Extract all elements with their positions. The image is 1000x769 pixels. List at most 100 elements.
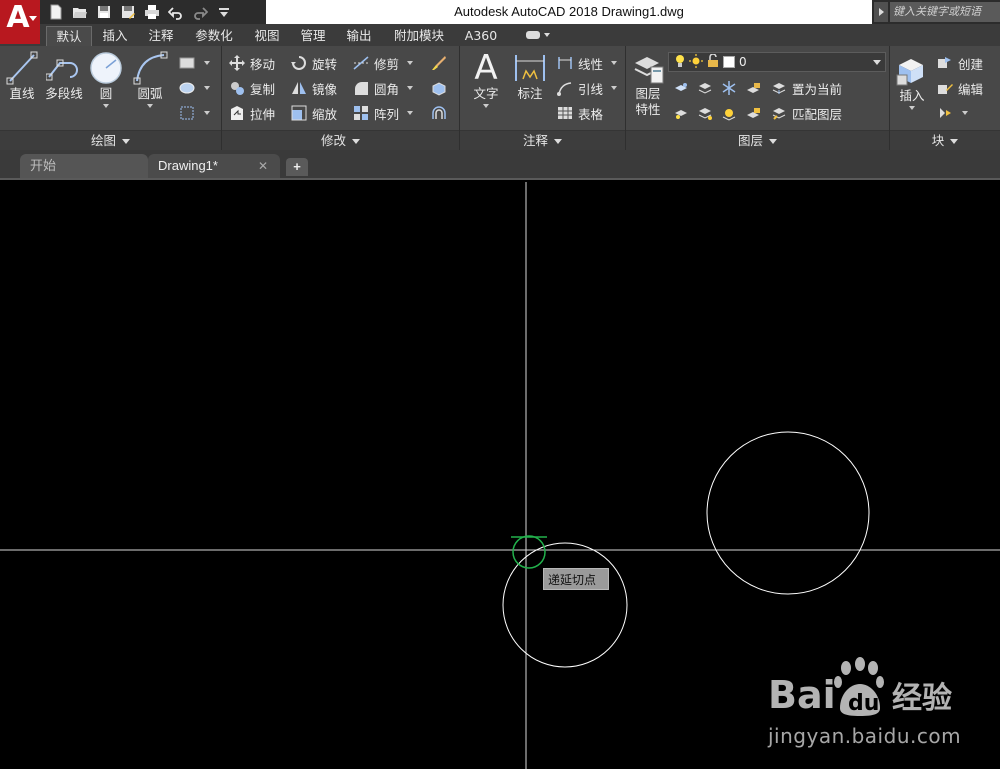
tab-default[interactable]: 默认 bbox=[46, 26, 92, 46]
explode-button[interactable] bbox=[430, 77, 448, 99]
leader-button[interactable]: 引线 bbox=[556, 77, 618, 99]
rotate-icon bbox=[290, 54, 308, 72]
polyline-label: 多段线 bbox=[45, 86, 83, 101]
fillet-button[interactable]: 圆角 bbox=[352, 77, 414, 99]
create-label: 创建 bbox=[958, 56, 984, 72]
tab-addins[interactable]: 附加模块 bbox=[386, 26, 452, 46]
circle-right[interactable] bbox=[706, 431, 870, 595]
array-button[interactable]: 阵列 bbox=[352, 102, 414, 124]
chevron-down-icon bbox=[483, 104, 489, 108]
erase-button[interactable] bbox=[430, 52, 448, 74]
table-button[interactable]: 表格 bbox=[556, 102, 603, 124]
table-icon bbox=[556, 104, 574, 122]
panel-layers-footer[interactable]: 图层 bbox=[626, 130, 889, 150]
search-input[interactable] bbox=[890, 2, 1000, 22]
hatch-button[interactable] bbox=[178, 77, 210, 99]
line-label: 直线 bbox=[9, 86, 35, 101]
match-layer-button[interactable]: 匹配图层 bbox=[770, 102, 842, 124]
stretch-icon bbox=[228, 104, 246, 122]
customize-icon[interactable] bbox=[214, 2, 234, 22]
window-title: Autodesk AutoCAD 2018 Drawing1.dwg bbox=[454, 4, 684, 19]
layer-off-button[interactable] bbox=[672, 77, 690, 99]
redo-icon[interactable] bbox=[190, 2, 210, 22]
dimension-button[interactable]: 标注 bbox=[512, 50, 548, 102]
layer-lock-button[interactable] bbox=[744, 77, 762, 99]
undo-icon[interactable] bbox=[166, 2, 186, 22]
layer-unlock-button[interactable] bbox=[744, 102, 762, 124]
tab-view[interactable]: 视图 bbox=[248, 26, 286, 46]
layer-isolate-button[interactable] bbox=[696, 77, 714, 99]
tab-output[interactable]: 输出 bbox=[340, 26, 378, 46]
trim-button[interactable]: 修剪 bbox=[352, 52, 414, 74]
layer-properties-button[interactable]: 图层 特性 bbox=[630, 50, 666, 118]
current-layer-name: 0 bbox=[739, 55, 747, 69]
tab-start[interactable]: 开始 bbox=[20, 154, 148, 178]
layer-dropdown[interactable]: 0 bbox=[668, 52, 886, 72]
drawing-area[interactable] bbox=[0, 182, 1000, 769]
insert-block-button[interactable]: 插入 bbox=[894, 52, 930, 110]
block-attribute-icon bbox=[936, 104, 954, 122]
mirror-button[interactable]: 镜像 bbox=[290, 77, 337, 99]
make-current-icon bbox=[770, 79, 788, 97]
layer-thaw-button[interactable] bbox=[720, 102, 738, 124]
circle-left[interactable] bbox=[502, 542, 628, 668]
panel-modify: 移动 复制 拉伸 旋转 镜像 缩放 修剪 圆角 阵列 修改 bbox=[222, 46, 460, 150]
ribbon-minimize-toggle[interactable] bbox=[526, 28, 556, 42]
panel-annotation-footer[interactable]: 注释 bbox=[460, 130, 625, 150]
text-button[interactable]: A 文字 bbox=[468, 50, 504, 108]
layer-unisolate-button[interactable] bbox=[696, 102, 714, 124]
create-block-button[interactable]: 创建 bbox=[936, 52, 983, 74]
panel-block-footer[interactable]: 块 bbox=[890, 130, 1000, 150]
plot-icon[interactable] bbox=[142, 2, 162, 22]
circle-button[interactable]: 圆 bbox=[88, 50, 124, 108]
copy-icon bbox=[228, 79, 246, 97]
new-icon[interactable] bbox=[46, 2, 66, 22]
boundary-button[interactable] bbox=[178, 102, 210, 124]
drawing-canvas[interactable] bbox=[0, 182, 1000, 769]
new-tab-button[interactable]: + bbox=[286, 158, 308, 176]
ribbon: 直线 多段线 圆 圆弧 绘图 移动 复制 拉伸 旋转 镜像 缩放 修剪 圆角 阵… bbox=[0, 46, 1000, 150]
chevron-down-icon bbox=[769, 139, 777, 144]
layer-on-button[interactable] bbox=[672, 102, 690, 124]
panel-draw-footer[interactable]: 绘图 bbox=[0, 130, 221, 150]
save-icon[interactable] bbox=[94, 2, 114, 22]
rectangle-button[interactable] bbox=[178, 52, 210, 74]
tab-manage[interactable]: 管理 bbox=[294, 26, 332, 46]
save-as-icon[interactable] bbox=[118, 2, 138, 22]
search-expand-button[interactable] bbox=[874, 2, 888, 22]
linear-dimension-button[interactable]: 线性 bbox=[556, 52, 618, 74]
offset-button[interactable] bbox=[430, 102, 448, 124]
table-label: 表格 bbox=[578, 106, 604, 122]
line-button[interactable]: 直线 bbox=[4, 50, 40, 102]
tab-parametric[interactable]: 参数化 bbox=[188, 26, 240, 46]
make-current-button[interactable]: 置为当前 bbox=[770, 77, 842, 99]
tab-insert[interactable]: 插入 bbox=[96, 26, 134, 46]
application-menu-button[interactable]: A bbox=[0, 0, 40, 44]
make-current-label: 置为当前 bbox=[792, 81, 843, 97]
open-icon[interactable] bbox=[70, 2, 90, 22]
rotate-button[interactable]: 旋转 bbox=[290, 52, 337, 74]
tab-annotate[interactable]: 注释 bbox=[142, 26, 180, 46]
block-attributes-button[interactable] bbox=[936, 102, 968, 124]
close-icon[interactable]: ✕ bbox=[258, 154, 268, 178]
tab-a360[interactable]: A360 bbox=[458, 26, 504, 46]
layer-freeze-button[interactable] bbox=[720, 77, 738, 99]
tab-drawing1[interactable]: Drawing1* ✕ bbox=[148, 154, 280, 178]
copy-button[interactable]: 复制 bbox=[228, 77, 275, 99]
linear-label: 线性 bbox=[578, 56, 604, 72]
edit-block-button[interactable]: 编辑 bbox=[936, 77, 983, 99]
arc-button[interactable]: 圆弧 bbox=[130, 50, 170, 108]
move-icon bbox=[228, 54, 246, 72]
deferred-tangent-marker-circle bbox=[512, 535, 546, 569]
move-button[interactable]: 移动 bbox=[228, 52, 275, 74]
panel-modify-footer[interactable]: 修改 bbox=[222, 130, 459, 150]
polyline-button[interactable]: 多段线 bbox=[44, 50, 84, 102]
panel-block-title: 块 bbox=[931, 133, 945, 148]
snowflake-icon bbox=[720, 79, 738, 97]
chevron-down-icon bbox=[611, 86, 618, 90]
tab-drawing1-label: Drawing1* bbox=[158, 158, 218, 173]
stretch-button[interactable]: 拉伸 bbox=[228, 102, 275, 124]
fillet-icon bbox=[352, 79, 370, 97]
chevron-down-icon bbox=[611, 61, 618, 65]
scale-button[interactable]: 缩放 bbox=[290, 102, 337, 124]
